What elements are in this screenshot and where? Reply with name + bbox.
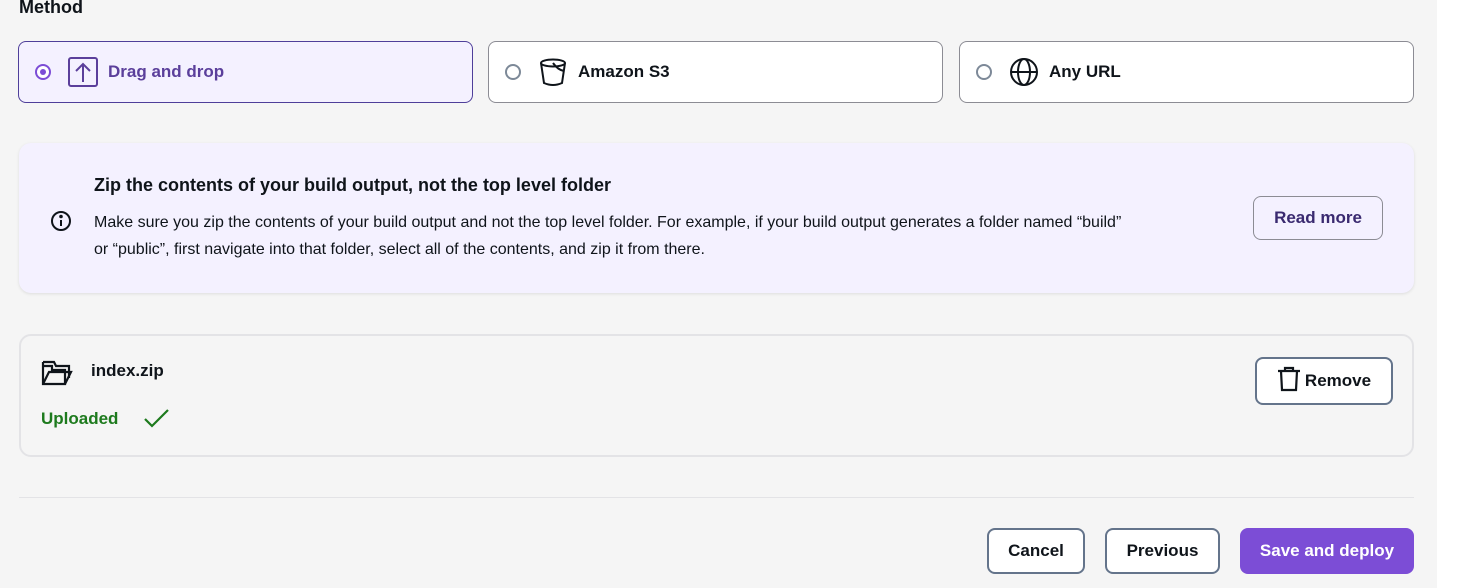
globe-icon bbox=[1008, 56, 1040, 88]
folder-icon bbox=[41, 356, 73, 388]
method-title: Method bbox=[19, 0, 83, 17]
footer-divider bbox=[19, 497, 1414, 498]
alert-title: Zip the contents of your build output, n… bbox=[94, 175, 611, 195]
previous-button[interactable]: Previous bbox=[1105, 528, 1220, 574]
radio-any-url[interactable] bbox=[976, 64, 992, 80]
method-option-any-url[interactable]: Any URL bbox=[959, 41, 1414, 103]
file-name: index.zip bbox=[91, 361, 164, 380]
method-option-amazon-s3[interactable]: Amazon S3 bbox=[488, 41, 943, 103]
check-icon bbox=[142, 407, 172, 431]
bucket-icon bbox=[537, 56, 569, 88]
upload-icon bbox=[67, 56, 99, 88]
read-more-button[interactable]: Read more bbox=[1253, 196, 1383, 240]
info-icon bbox=[50, 210, 72, 232]
save-and-deploy-button[interactable]: Save and deploy bbox=[1240, 528, 1414, 574]
remove-label: Remove bbox=[1304, 371, 1372, 390]
alert-body: Make sure you zip the contents of your b… bbox=[94, 214, 1122, 258]
upload-status: Uploaded bbox=[41, 409, 119, 428]
uploaded-file-card: index.zip Uploaded Remove bbox=[19, 334, 1414, 457]
info-alert: Zip the contents of your build output, n… bbox=[19, 143, 1414, 293]
trash-icon bbox=[1277, 366, 1305, 397]
method-label-drag-and-drop: Drag and drop bbox=[108, 62, 225, 81]
method-option-drag-and-drop[interactable]: Drag and drop bbox=[18, 41, 473, 103]
method-label-any-url: Any URL bbox=[1049, 62, 1121, 81]
radio-drag-and-drop[interactable] bbox=[35, 64, 51, 80]
cancel-button[interactable]: Cancel bbox=[987, 528, 1085, 574]
method-label-amazon-s3: Amazon S3 bbox=[578, 62, 670, 81]
radio-amazon-s3[interactable] bbox=[505, 64, 521, 80]
scrollbar-track[interactable] bbox=[1437, 0, 1468, 588]
remove-button[interactable]: Remove bbox=[1255, 357, 1393, 405]
